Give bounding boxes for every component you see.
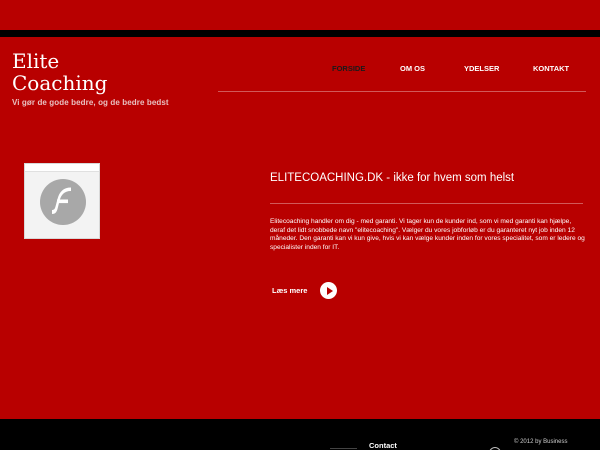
nav-item-om-os[interactable]: OM OS [400, 64, 425, 73]
flash-placeholder-topbar [25, 164, 99, 172]
play-circle-icon [320, 282, 338, 299]
read-more-label: Læs mere [272, 286, 308, 295]
intro-paragraph: Elitecoaching handler om dig - med garan… [270, 218, 585, 251]
flash-player-icon [40, 179, 86, 225]
nav-item-forside[interactable]: FORSIDE [332, 64, 365, 73]
site-logo[interactable]: Elite Coaching Vi gør de gode bedre, og … [12, 50, 169, 107]
headline-divider [270, 203, 583, 204]
read-more-link[interactable]: Læs mere [272, 282, 338, 299]
nav-divider [218, 91, 586, 92]
nav-item-kontakt[interactable]: KONTAKT [533, 64, 569, 73]
nav-item-ydelser[interactable]: YDELSER [464, 64, 499, 73]
logo-tagline: Vi gør de gode bedre, og de bedre bedst [12, 98, 169, 107]
footer-copyright: © 2012 by Business [514, 439, 568, 445]
footer: Contact © 2012 by Business [0, 419, 600, 450]
page-headline: ELITECOACHING.DK - ikke for hvem som hel… [270, 172, 515, 184]
top-band [0, 0, 600, 30]
logo-title-line1: Elite [12, 49, 60, 73]
footer-contact-heading: Contact [369, 441, 397, 450]
flash-placeholder[interactable] [24, 163, 100, 239]
main-nav: FORSIDE OM OS YDELSER KONTAKT [300, 64, 590, 78]
header-black-bar [0, 30, 600, 37]
logo-title-line2: Coaching [12, 71, 108, 95]
footer-divider [330, 448, 357, 449]
